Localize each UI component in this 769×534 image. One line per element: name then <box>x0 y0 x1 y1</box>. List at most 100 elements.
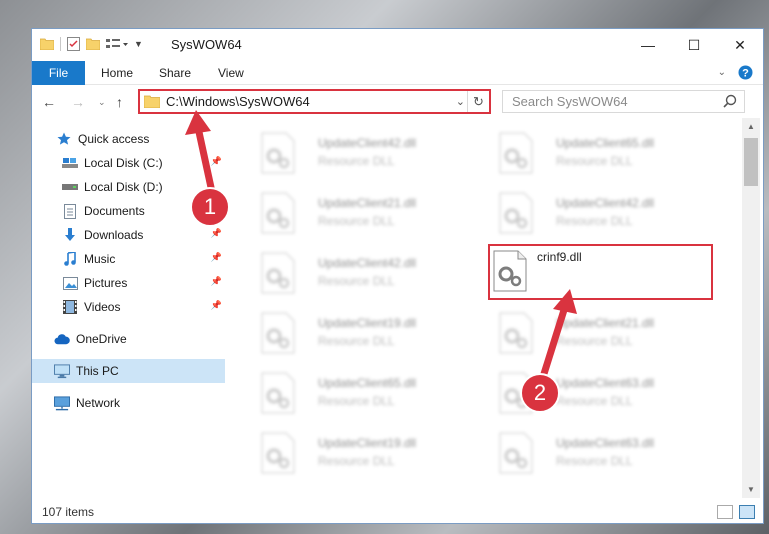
address-dropdown-chevron-icon[interactable]: ⌄ <box>456 95 465 108</box>
music-icon <box>62 251 78 267</box>
sidebar-item-label: OneDrive <box>76 332 127 346</box>
pin-icon[interactable]: 📌 <box>211 228 222 239</box>
step-callout-2: 2 <box>520 373 560 413</box>
recent-locations-chevron-icon[interactable]: ⌄ <box>98 97 106 108</box>
window-controls: — ☐ ✕ <box>625 29 763 61</box>
back-arrow-icon[interactable]: ← <box>42 94 56 110</box>
sidebar-item-label: Downloads <box>84 228 144 242</box>
tab-view[interactable]: View <box>218 66 244 80</box>
file-name: UpdateClient21.dll <box>318 196 417 210</box>
refresh-button[interactable]: ↻ <box>467 91 489 112</box>
sidebar-item-label: Local Disk (C:) <box>84 156 163 170</box>
sidebar-item-pictures[interactable]: Pictures 📌 <box>32 271 225 295</box>
file-item-crinf9[interactable]: crinf9.dll <box>488 244 713 300</box>
maximize-button[interactable]: ☐ <box>671 29 717 61</box>
minimize-button[interactable]: — <box>625 29 671 61</box>
search-icon[interactable] <box>723 94 737 108</box>
pin-icon[interactable]: 📌 <box>211 300 222 311</box>
details-view-icon[interactable] <box>717 505 733 519</box>
scroll-up-arrow-icon[interactable]: ▲ <box>742 118 760 135</box>
ribbon-tabs: File Home Share View ⌄ ? <box>32 61 763 85</box>
file-type: Resource DLL <box>318 214 395 228</box>
file-item[interactable]: UpdateClient42.dll Resource DLL <box>247 246 472 302</box>
sidebar-item-label: Quick access <box>78 132 150 146</box>
file-type: Resource DLL <box>556 214 633 228</box>
status-bar: 107 items <box>32 501 763 523</box>
close-button[interactable]: ✕ <box>717 29 763 61</box>
expand-ribbon-icon[interactable]: ⌄ <box>718 67 726 78</box>
dll-file-icon <box>493 250 527 292</box>
file-item[interactable]: UpdateClient42.dll Resource DLL <box>247 126 472 182</box>
file-name: UpdateClient63.dll <box>556 376 655 390</box>
file-item[interactable]: UpdateClient63.dll Resource DLL <box>485 366 710 422</box>
pin-icon[interactable]: 📌 <box>211 156 222 167</box>
drive-icon <box>62 179 78 195</box>
sidebar-item-network[interactable]: Network <box>32 391 225 415</box>
sidebar-item-this-pc[interactable]: This PC <box>32 359 225 383</box>
address-path[interactable]: C:\Windows\SysWOW64 <box>166 94 310 109</box>
file-name: UpdateClient21.dll <box>556 316 655 330</box>
file-name: UpdateClient42.dll <box>318 256 417 270</box>
sidebar-item-local-disk-c[interactable]: Local Disk (C:) 📌 <box>32 151 225 175</box>
vertical-scrollbar[interactable]: ▲ ▼ <box>742 118 760 498</box>
file-item[interactable]: UpdateClient42.dll Resource DLL <box>485 186 710 242</box>
file-item[interactable]: UpdateClient21.dll Resource DLL <box>247 186 472 242</box>
file-type: Resource DLL <box>556 454 633 468</box>
file-list: UpdateClient42.dll Resource DLL UpdateCl… <box>227 118 742 500</box>
item-count: 107 items <box>42 505 95 519</box>
window-title: SysWOW64 <box>171 37 242 52</box>
scroll-down-arrow-icon[interactable]: ▼ <box>742 481 760 498</box>
file-name: UpdateClient42.dll <box>318 136 417 150</box>
documents-icon <box>62 203 78 219</box>
customize-toolbar-dropdown-icon[interactable]: ▼ <box>134 39 143 49</box>
dll-file-icon <box>499 192 533 234</box>
sidebar-item-label: Documents <box>84 204 145 218</box>
tab-share[interactable]: Share <box>159 66 191 80</box>
file-item[interactable]: UpdateClient65.dll Resource DLL <box>247 366 472 422</box>
sidebar-item-videos[interactable]: Videos 📌 <box>32 295 225 319</box>
file-name: UpdateClient65.dll <box>318 376 417 390</box>
file-item[interactable]: UpdateClient21.dll Resource DLL <box>485 306 710 362</box>
file-name: UpdateClient19.dll <box>318 316 417 330</box>
sidebar-item-label: Music <box>84 252 116 266</box>
large-icons-view-icon[interactable] <box>739 505 755 519</box>
dll-file-icon <box>261 372 295 414</box>
file-item[interactable]: UpdateClient19.dll Resource DLL <box>247 426 472 482</box>
view-options-icon[interactable] <box>106 38 128 50</box>
scrollbar-thumb[interactable] <box>744 138 758 186</box>
search-box[interactable]: Search SysWOW64 <box>502 90 745 113</box>
tab-home[interactable]: Home <box>101 66 133 80</box>
search-placeholder: Search SysWOW64 <box>512 94 628 109</box>
sidebar-item-music[interactable]: Music 📌 <box>32 247 225 271</box>
file-type: Resource DLL <box>318 154 395 168</box>
new-folder-icon[interactable] <box>86 38 100 50</box>
download-icon <box>62 227 78 243</box>
tab-file[interactable]: File <box>32 61 85 85</box>
sidebar-item-label: This PC <box>76 364 119 378</box>
forward-arrow-icon[interactable]: → <box>71 94 85 110</box>
address-bar[interactable]: C:\Windows\SysWOW64 ⌄ ↻ <box>138 89 491 114</box>
file-type: Resource DLL <box>556 394 633 408</box>
file-type: Resource DLL <box>556 154 633 168</box>
sidebar-item-quick-access[interactable]: Quick access <box>32 127 225 151</box>
sidebar-item-label: Pictures <box>84 276 128 290</box>
sidebar-item-onedrive[interactable]: OneDrive <box>32 327 225 351</box>
file-item[interactable]: UpdateClient19.dll Resource DLL <box>247 306 472 362</box>
file-item[interactable]: UpdateClient65.dll Resource DLL <box>485 126 710 182</box>
folder-icon[interactable] <box>40 38 54 50</box>
sidebar-item-downloads[interactable]: Downloads 📌 <box>32 223 225 247</box>
star-icon <box>56 131 72 147</box>
drive-icon <box>62 155 78 171</box>
pin-icon[interactable]: 📌 <box>211 276 222 287</box>
sidebar-item-label: Local Disk (D:) <box>84 180 163 194</box>
file-name: UpdateClient63.dll <box>556 436 655 450</box>
help-icon[interactable]: ? <box>738 65 753 80</box>
pictures-icon <box>62 275 78 291</box>
pin-icon[interactable]: 📌 <box>211 252 222 263</box>
videos-icon <box>62 299 78 315</box>
properties-icon[interactable] <box>67 37 80 51</box>
dll-file-icon <box>261 432 295 474</box>
up-arrow-icon[interactable]: ↑ <box>116 94 123 110</box>
file-item[interactable]: UpdateClient63.dll Resource DLL <box>485 426 710 482</box>
cloud-icon <box>54 331 70 347</box>
